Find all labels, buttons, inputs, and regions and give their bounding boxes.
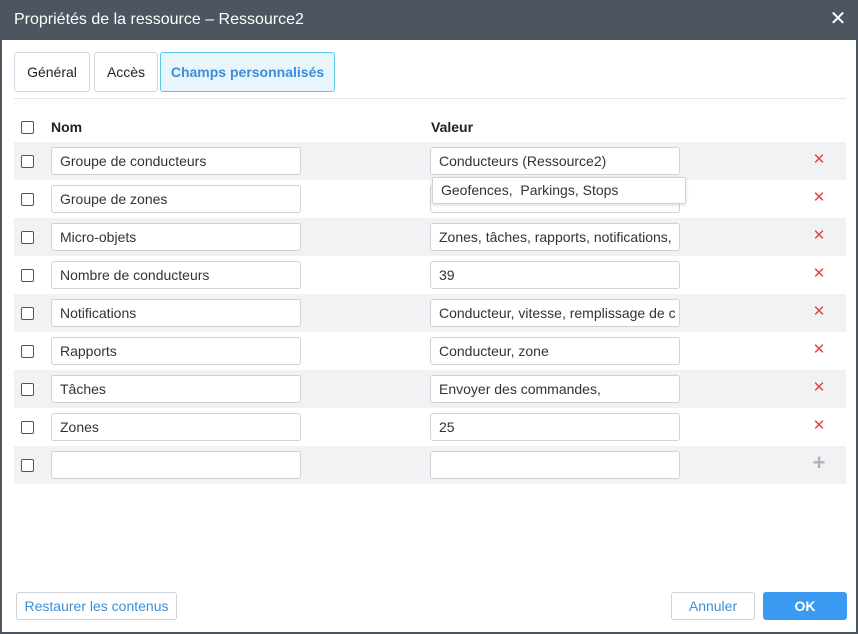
field-value-input[interactable]: Conducteurs (Ressource2) bbox=[430, 147, 680, 175]
dialog-title: Propriétés de la ressource – Ressource2 bbox=[14, 11, 304, 28]
tab-custom-fields[interactable]: Champs personnalisés bbox=[160, 52, 335, 92]
select-all-checkbox[interactable] bbox=[21, 121, 34, 134]
row-checkbox[interactable] bbox=[21, 383, 34, 396]
restore-contents-button[interactable]: Restaurer les contenus bbox=[16, 592, 177, 620]
tab-general[interactable]: Général bbox=[14, 52, 90, 92]
ok-button[interactable]: OK bbox=[763, 592, 847, 620]
field-name-input[interactable]: Notifications bbox=[51, 299, 301, 327]
column-header-name: Nom bbox=[51, 119, 83, 135]
delete-icon[interactable]: ✕ bbox=[811, 418, 827, 434]
table-row: Tâches Envoyer des commandes, ✕ bbox=[14, 370, 846, 408]
field-name-input[interactable]: Groupe de zones bbox=[51, 185, 301, 213]
field-value-input[interactable]: Conducteur, zone bbox=[430, 337, 680, 365]
field-value-input[interactable]: 25 bbox=[430, 413, 680, 441]
field-name-input[interactable]: Micro-objets bbox=[51, 223, 301, 251]
delete-icon[interactable]: ✕ bbox=[811, 342, 827, 358]
field-name-input[interactable]: Rapports bbox=[51, 337, 301, 365]
row-checkbox[interactable] bbox=[21, 421, 34, 434]
delete-icon[interactable]: ✕ bbox=[811, 380, 827, 396]
table-row: Micro-objets Zones, tâches, rapports, no… bbox=[14, 218, 846, 256]
close-icon[interactable]: ✕ bbox=[828, 9, 848, 30]
table-row: Zones 25 ✕ bbox=[14, 408, 846, 446]
cancel-button[interactable]: Annuler bbox=[671, 592, 755, 620]
autocomplete-suggestion[interactable]: Geofences, Parkings, Stops bbox=[432, 177, 686, 204]
table-row: Rapports Conducteur, zone ✕ bbox=[14, 332, 846, 370]
new-field-row: + bbox=[14, 446, 846, 484]
delete-icon[interactable]: ✕ bbox=[811, 304, 827, 320]
row-checkbox[interactable] bbox=[21, 269, 34, 282]
tabs-divider bbox=[14, 98, 846, 99]
resource-properties-dialog: Propriétés de la ressource – Ressource2 … bbox=[0, 0, 858, 634]
table-row: Nombre de conducteurs 39 ✕ bbox=[14, 256, 846, 294]
delete-icon[interactable]: ✕ bbox=[811, 152, 827, 168]
table-row: Groupe de zones ✕ bbox=[14, 180, 846, 218]
field-value-input[interactable]: Zones, tâches, rapports, notifications, bbox=[430, 223, 680, 251]
field-name-input[interactable]: Groupe de conducteurs bbox=[51, 147, 301, 175]
delete-icon[interactable]: ✕ bbox=[811, 266, 827, 282]
row-checkbox[interactable] bbox=[21, 231, 34, 244]
new-field-value-input[interactable] bbox=[430, 451, 680, 479]
row-checkbox[interactable] bbox=[21, 155, 34, 168]
row-checkbox[interactable] bbox=[21, 345, 34, 358]
delete-icon[interactable]: ✕ bbox=[811, 190, 827, 206]
table-row: Groupe de conducteurs Conducteurs (Resso… bbox=[14, 142, 846, 180]
row-checkbox[interactable] bbox=[21, 193, 34, 206]
row-checkbox[interactable] bbox=[21, 459, 34, 472]
row-checkbox[interactable] bbox=[21, 307, 34, 320]
plus-icon[interactable]: + bbox=[810, 452, 828, 474]
title-bar[interactable]: Propriétés de la ressource – Ressource2 … bbox=[2, 0, 856, 40]
field-name-input[interactable]: Nombre de conducteurs bbox=[51, 261, 301, 289]
delete-icon[interactable]: ✕ bbox=[811, 228, 827, 244]
field-name-input[interactable]: Zones bbox=[51, 413, 301, 441]
table-header: Nom Valeur bbox=[14, 110, 846, 142]
table-row: Notifications Conducteur, vitesse, rempl… bbox=[14, 294, 846, 332]
new-field-name-input[interactable] bbox=[51, 451, 301, 479]
column-header-value: Valeur bbox=[431, 119, 474, 135]
tab-access[interactable]: Accès bbox=[94, 52, 158, 92]
field-name-input[interactable]: Tâches bbox=[51, 375, 301, 403]
field-value-input[interactable]: Conducteur, vitesse, remplissage de c bbox=[430, 299, 680, 327]
field-value-input[interactable]: 39 bbox=[430, 261, 680, 289]
field-value-input[interactable]: Envoyer des commandes, bbox=[430, 375, 680, 403]
